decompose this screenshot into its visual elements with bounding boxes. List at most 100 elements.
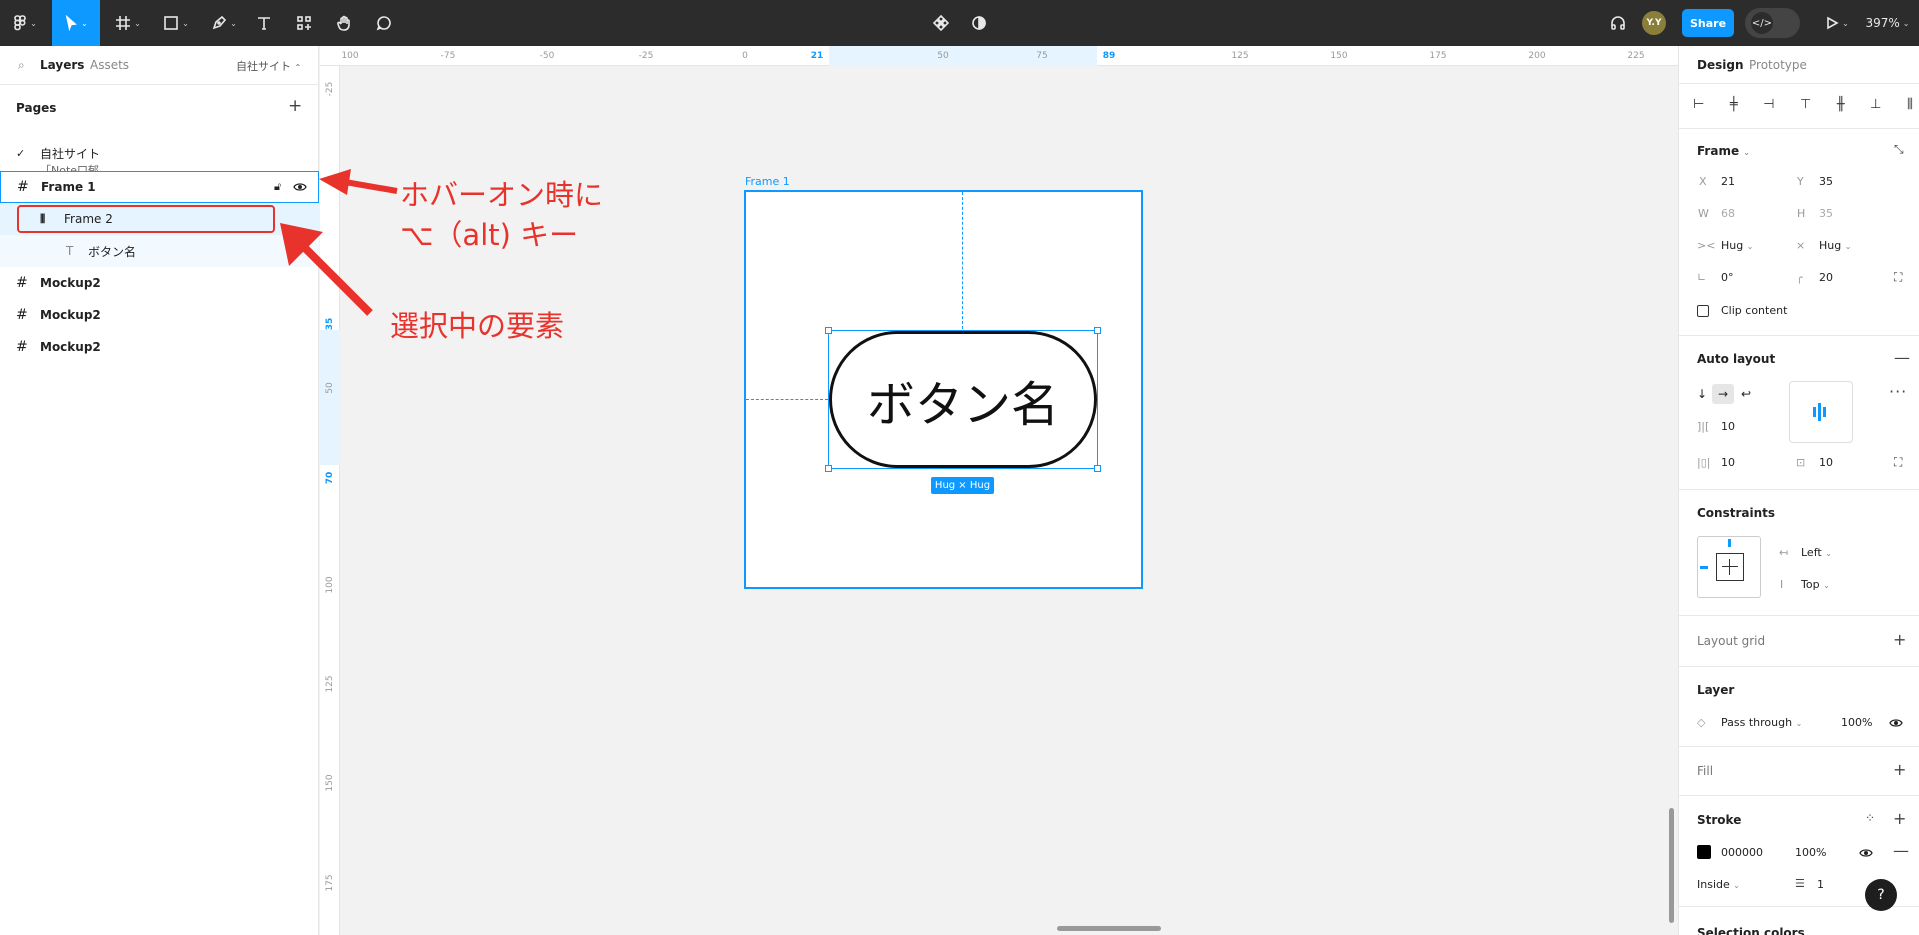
tab-design[interactable]: Design: [1697, 58, 1744, 72]
clip-content-checkbox[interactable]: [1697, 305, 1709, 317]
horizontal-constraint-select[interactable]: Left ⌄: [1801, 546, 1832, 559]
align-left-icon[interactable]: ⊢: [1693, 97, 1704, 112]
frame-label[interactable]: Frame 1: [745, 175, 790, 188]
layer-row-text[interactable]: T ボタン名: [0, 235, 319, 267]
dev-mode-toggle[interactable]: </>: [1745, 8, 1800, 38]
more-options-icon[interactable]: ···: [1889, 382, 1907, 401]
gap-input[interactable]: 10: [1721, 420, 1735, 433]
move-tool-button[interactable]: ⌄: [52, 0, 100, 46]
w-input[interactable]: 68: [1721, 207, 1735, 220]
y-input[interactable]: 35: [1819, 175, 1833, 188]
add-page-icon[interactable]: +: [288, 96, 302, 116]
align-center-h-icon[interactable]: ╪: [1730, 97, 1738, 112]
avatar[interactable]: Y.Y: [1642, 11, 1666, 35]
alignment-grid[interactable]: [1789, 381, 1853, 443]
stroke-position-select[interactable]: Inside ⌄: [1697, 878, 1740, 891]
tab-prototype[interactable]: Prototype: [1749, 58, 1807, 72]
padding-vertical-input[interactable]: 10: [1819, 456, 1833, 469]
width-hug-select[interactable]: Hug ⌄: [1721, 239, 1753, 252]
constraint-top-indicator[interactable]: [1728, 539, 1731, 547]
vertical-scrollbar[interactable]: [1669, 808, 1674, 923]
divider: [1679, 666, 1919, 667]
independent-corners-icon[interactable]: ⛶: [1894, 270, 1902, 285]
share-button[interactable]: Share: [1682, 9, 1734, 37]
x-input[interactable]: 21: [1721, 175, 1735, 188]
pill-button[interactable]: ボタン名: [829, 331, 1097, 468]
layer-row-mockup[interactable]: # Mockup2: [0, 299, 319, 331]
hand-tool-button[interactable]: [332, 0, 356, 46]
chevron-up-icon: ⌃: [294, 63, 302, 72]
horizontal-scrollbar[interactable]: [1057, 926, 1161, 931]
layer-row-mockup[interactable]: # Mockup2: [0, 331, 319, 363]
frame-section-title[interactable]: Frame ⌄: [1697, 144, 1750, 158]
theme-toggle-button[interactable]: [967, 0, 991, 46]
constraints-widget[interactable]: [1697, 536, 1761, 598]
search-icon[interactable]: ⌕: [18, 58, 25, 73]
stroke-color-swatch[interactable]: [1697, 845, 1711, 859]
resize-to-fit-icon[interactable]: ⤡: [1894, 142, 1904, 157]
eye-icon[interactable]: [1889, 718, 1903, 728]
resize-handle[interactable]: [1094, 327, 1101, 334]
frame-icon: #: [16, 275, 28, 291]
components-button[interactable]: [929, 0, 953, 46]
align-middle-v-icon[interactable]: ╫: [1837, 97, 1845, 112]
resize-handle[interactable]: [825, 327, 832, 334]
align-top-icon[interactable]: ⊤: [1800, 97, 1811, 112]
help-button[interactable]: ?: [1865, 879, 1897, 911]
direction-wrap-icon[interactable]: ↩: [1741, 387, 1751, 401]
main-menu-button[interactable]: ⌄: [8, 0, 42, 46]
text-tool-button[interactable]: [252, 0, 276, 46]
resize-handle[interactable]: [1094, 465, 1101, 472]
rotation-input[interactable]: 0°: [1721, 271, 1734, 284]
h-input[interactable]: 35: [1819, 207, 1833, 220]
direction-vertical-icon[interactable]: ↓: [1697, 387, 1707, 401]
layer-row-mockup[interactable]: # Mockup2: [0, 267, 319, 299]
blend-mode-select[interactable]: Pass through ⌄: [1721, 716, 1802, 729]
add-fill-icon[interactable]: +: [1893, 762, 1906, 778]
figma-logo-icon: [14, 15, 26, 31]
alignment-bar: ⊢ ╪ ⊣ ⊤ ╫ ⊥ ⫼: [1693, 92, 1913, 116]
stroke-color-input[interactable]: 000000: [1721, 846, 1763, 859]
horizontal-constraint-icon: ↤: [1779, 546, 1789, 559]
layer-row-frame-1[interactable]: # Frame 1 🔓︎: [0, 171, 319, 203]
chevron-down-icon: ⌄: [1844, 242, 1852, 251]
tab-assets[interactable]: Assets: [90, 58, 129, 72]
eye-icon[interactable]: [1859, 848, 1873, 858]
alignment-grid-item: [1823, 407, 1826, 417]
vertical-constraint-select[interactable]: Top ⌄: [1801, 578, 1830, 591]
remove-stroke-icon[interactable]: —: [1893, 841, 1909, 860]
comment-tool-button[interactable]: [372, 0, 396, 46]
layer-label: Mockup2: [40, 276, 101, 290]
shape-tool-button[interactable]: ⌄: [158, 0, 194, 46]
padding-horizontal-input[interactable]: 10: [1721, 456, 1735, 469]
divider: [1679, 615, 1919, 616]
resources-tool-button[interactable]: [292, 0, 316, 46]
align-bottom-icon[interactable]: ⊥: [1870, 97, 1881, 112]
resize-handle[interactable]: [825, 465, 832, 472]
individual-padding-icon[interactable]: ⛶: [1894, 455, 1902, 470]
align-right-icon[interactable]: ⊣: [1763, 97, 1774, 112]
height-hug-select[interactable]: Hug ⌄: [1819, 239, 1851, 252]
frame-tool-button[interactable]: ⌄: [110, 0, 146, 46]
pen-tool-button[interactable]: ⌄: [206, 0, 242, 46]
headphones-icon: [1611, 16, 1625, 30]
direction-horizontal-icon[interactable]: →: [1712, 384, 1734, 404]
constraint-left-indicator[interactable]: [1700, 566, 1708, 569]
eye-icon[interactable]: [293, 182, 307, 192]
styles-icon[interactable]: ⁘: [1865, 811, 1875, 825]
audio-button[interactable]: [1606, 0, 1630, 46]
tab-layers[interactable]: Layers: [40, 58, 84, 72]
add-layout-grid-icon[interactable]: +: [1893, 632, 1906, 648]
stroke-opacity-input[interactable]: 100%: [1795, 846, 1826, 859]
add-stroke-icon[interactable]: +: [1893, 811, 1906, 827]
layer-label: ボタン名: [88, 244, 137, 259]
layer-opacity-input[interactable]: 100%: [1841, 716, 1872, 729]
page-switcher[interactable]: 自社サイト ⌃: [236, 58, 301, 74]
present-button[interactable]: ⌄: [1822, 0, 1852, 46]
zoom-dropdown[interactable]: 397% ⌄: [1860, 0, 1915, 46]
unlock-icon[interactable]: 🔓︎: [274, 180, 281, 194]
stroke-weight-input[interactable]: 1: [1817, 878, 1824, 891]
remove-auto-layout-icon[interactable]: —: [1894, 348, 1910, 367]
distribute-icon[interactable]: ⫼: [1907, 97, 1913, 112]
corner-radius-input[interactable]: 20: [1819, 271, 1833, 284]
